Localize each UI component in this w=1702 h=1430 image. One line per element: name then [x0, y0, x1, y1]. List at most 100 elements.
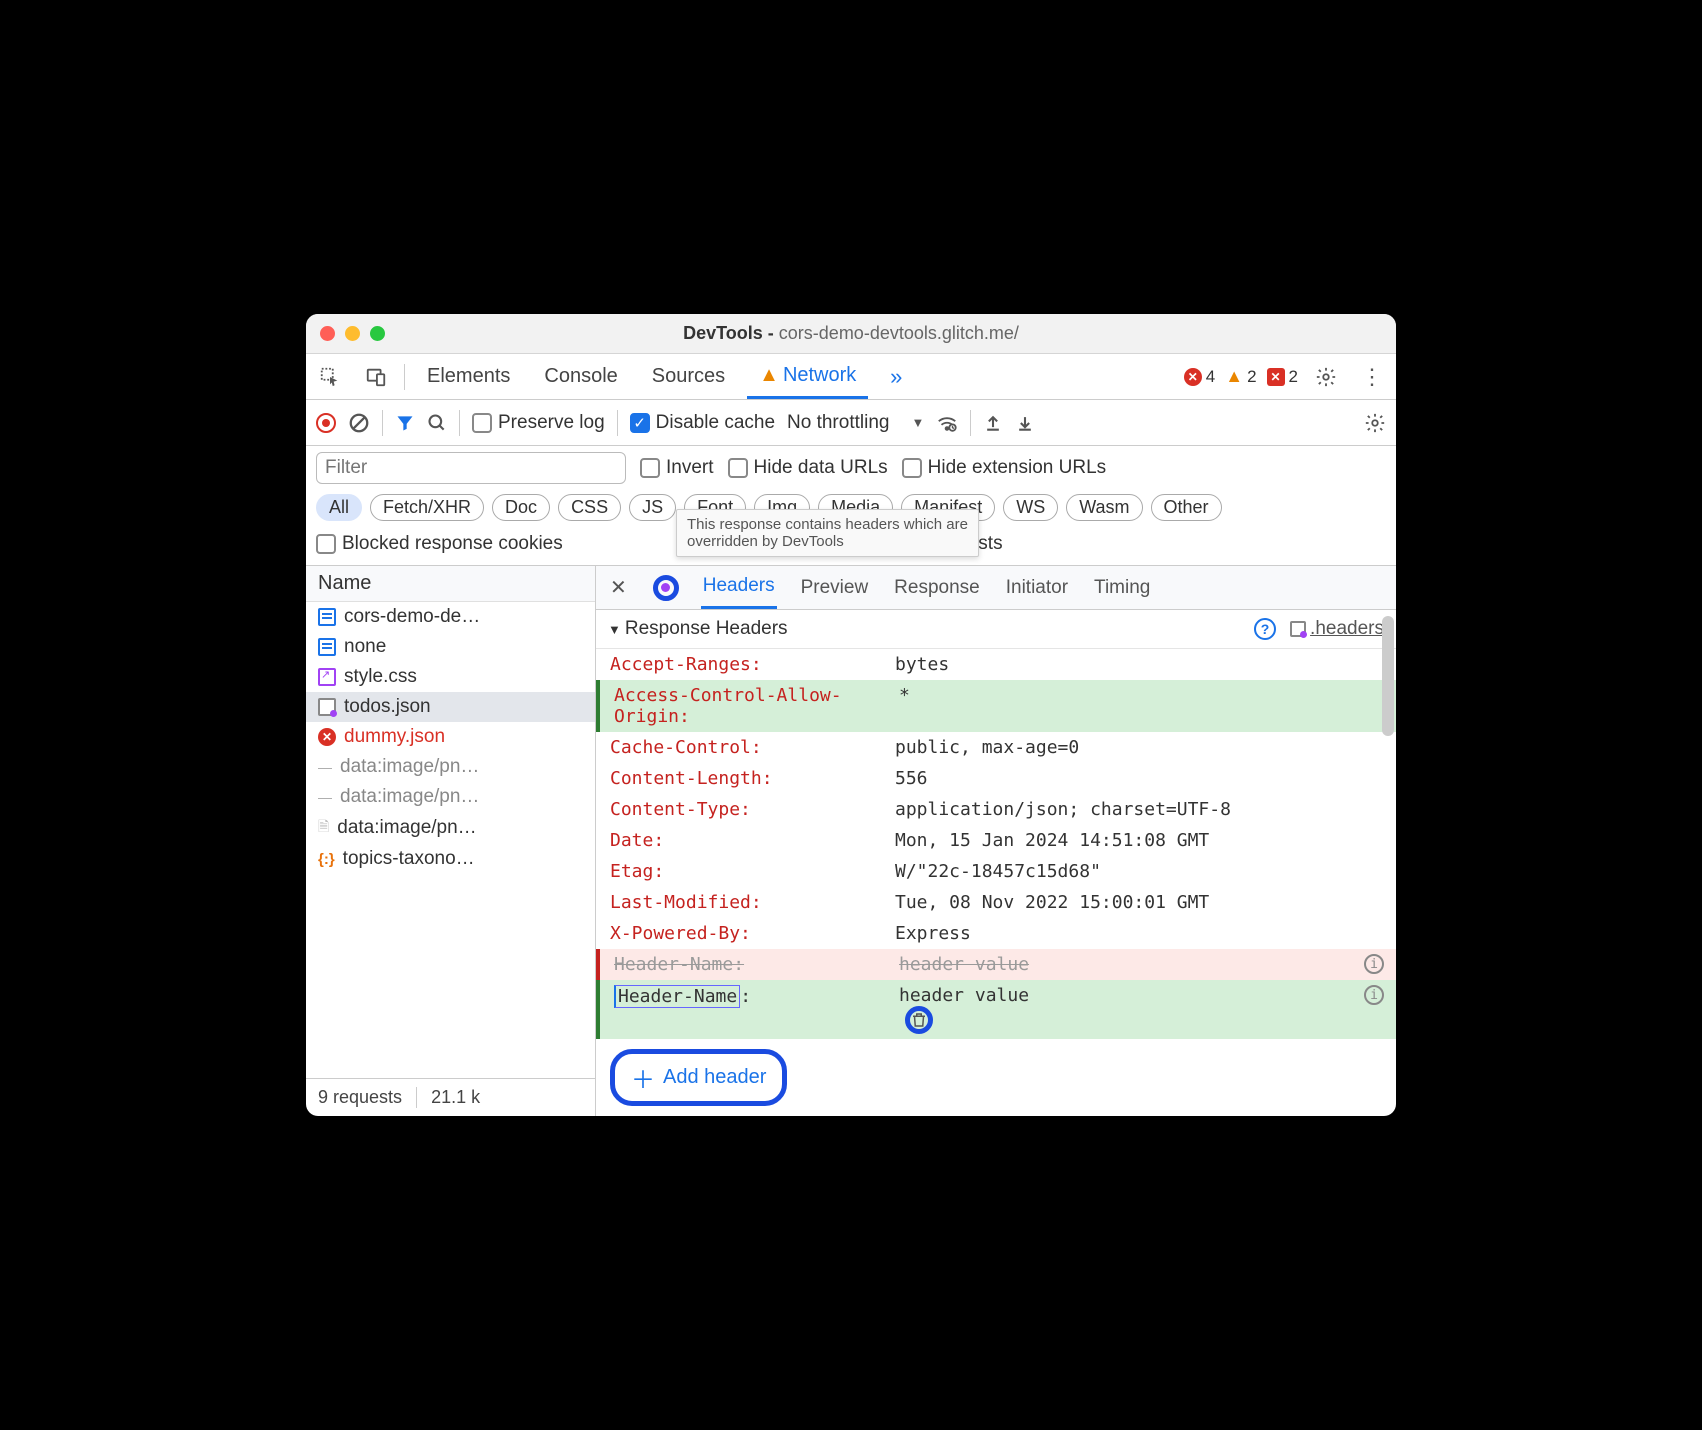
blocked-cookies-label: Blocked response cookies [342, 533, 563, 555]
issue-counter[interactable]: ✕2 [1267, 367, 1298, 387]
more-tabs-icon[interactable]: » [878, 361, 914, 393]
chip-other[interactable]: Other [1151, 494, 1222, 521]
kebab-menu-icon[interactable]: ⋮ [1354, 361, 1390, 393]
chip-ws[interactable]: WS [1003, 494, 1058, 521]
request-row[interactable]: none [306, 632, 595, 662]
header-row: Etag:W/"22c-18457c15d68" [596, 856, 1396, 887]
error-counter[interactable]: ✕4 [1184, 367, 1215, 387]
request-row[interactable]: 🗎data:image/pn… [306, 812, 595, 844]
clear-icon[interactable] [348, 412, 370, 434]
request-row-selected[interactable]: todos.json [306, 692, 595, 722]
data-url-icon: — [318, 789, 332, 805]
blocked-cookies-checkbox[interactable]: Blocked response cookies [316, 533, 563, 555]
editable-header-value[interactable]: header value [899, 985, 1029, 1006]
header-value: 556 [895, 768, 1396, 789]
divider [404, 364, 405, 390]
request-name: none [344, 636, 386, 658]
tab-elements[interactable]: Elements [415, 354, 522, 399]
record-button[interactable] [316, 413, 336, 433]
error-icon: ✕ [1184, 368, 1202, 386]
warning-count: 2 [1247, 367, 1256, 387]
hide-data-label: Hide data URLs [754, 457, 888, 479]
add-header-button[interactable]: ＋ Add header [610, 1049, 787, 1106]
header-name: Access-Control-Allow- [614, 685, 899, 706]
request-row-error[interactable]: ✕dummy.json [306, 722, 595, 752]
window-title: DevTools - cors-demo-devtools.glitch.me/ [306, 323, 1396, 344]
search-icon[interactable] [427, 413, 447, 433]
panel-settings-gear-icon[interactable] [1364, 412, 1386, 434]
request-row[interactable]: {:}topics-taxono… [306, 844, 595, 874]
header-name: Date: [610, 830, 895, 851]
device-toolbar-icon[interactable] [358, 361, 394, 393]
throttling-value: No throttling [787, 412, 889, 434]
colon: : [740, 986, 751, 1007]
header-name-input[interactable]: Header-Name: [614, 985, 899, 1008]
request-row[interactable]: style.css [306, 662, 595, 692]
network-conditions-icon[interactable] [936, 412, 958, 434]
response-headers-list: Accept-Ranges:bytes Access-Control-Allow… [596, 649, 1396, 1039]
settings-gear-icon[interactable] [1308, 361, 1344, 393]
chip-doc[interactable]: Doc [492, 494, 550, 521]
request-count: 9 requests [318, 1087, 402, 1108]
header-name: Etag: [610, 861, 895, 882]
disable-cache-checkbox[interactable]: ✓ Disable cache [630, 412, 775, 434]
header-name: Header-Name: [614, 954, 899, 975]
tab-preview[interactable]: Preview [799, 566, 871, 609]
throttling-select[interactable]: No throttling ▼ [787, 412, 924, 434]
details-panel: ✕ Headers Preview Response Initiator Tim… [596, 566, 1396, 1116]
collapse-triangle-icon: ▼ [608, 622, 621, 637]
tooltip-line2: overridden by DevTools [687, 533, 968, 550]
chip-all[interactable]: All [316, 494, 362, 521]
hide-data-urls-checkbox[interactable]: Hide data URLs [728, 457, 888, 479]
tab-timing[interactable]: Timing [1092, 566, 1152, 609]
filter-funnel-icon[interactable] [395, 413, 415, 433]
document-icon [318, 638, 336, 656]
title-prefix: DevTools - [683, 323, 779, 343]
inspect-element-icon[interactable] [312, 361, 348, 393]
tooltip-line1: This response contains headers which are [687, 516, 968, 533]
header-row-editing[interactable]: Header-Name: header value i [596, 980, 1396, 1039]
headers-override-file-link[interactable]: .headers [1290, 618, 1384, 640]
chip-css[interactable]: CSS [558, 494, 621, 521]
header-value: W/"22c-18457c15d68" [895, 861, 1396, 882]
tab-console[interactable]: Console [532, 354, 629, 399]
download-har-icon[interactable] [1015, 413, 1035, 433]
header-row-deleted: Header-Name: header value i [596, 949, 1396, 980]
header-value-input[interactable]: header value [899, 985, 1364, 1034]
name-column-header[interactable]: Name [306, 566, 595, 602]
upload-har-icon[interactable] [983, 413, 1003, 433]
header-value: Express [895, 923, 1396, 944]
tab-sources[interactable]: Sources [640, 354, 737, 399]
caret-down-icon: ▼ [911, 415, 924, 430]
chip-fetch-xhr[interactable]: Fetch/XHR [370, 494, 484, 521]
chip-wasm[interactable]: Wasm [1066, 494, 1142, 521]
tab-response[interactable]: Response [892, 566, 982, 609]
chip-js[interactable]: JS [629, 494, 676, 521]
help-icon[interactable]: ? [1254, 618, 1276, 640]
network-toolbar: Preserve log ✓ Disable cache No throttli… [306, 400, 1396, 446]
filter-input[interactable] [316, 452, 626, 484]
scrollbar[interactable] [1382, 616, 1394, 736]
response-headers-section[interactable]: ▼ Response Headers ? .headers [596, 610, 1396, 649]
info-icon[interactable]: i [1364, 985, 1384, 1005]
json-override-icon [318, 698, 336, 716]
close-details-icon[interactable]: ✕ [610, 575, 627, 600]
file-icon: 🗎 [318, 816, 329, 840]
section-title-text: Response Headers [625, 618, 788, 640]
js-braces-icon: {:} [318, 851, 335, 868]
tab-initiator[interactable]: Initiator [1004, 566, 1070, 609]
tab-network[interactable]: ▲Network [747, 354, 868, 399]
delete-header-button[interactable] [905, 1006, 933, 1034]
preserve-log-checkbox[interactable]: Preserve log [472, 412, 605, 434]
info-icon[interactable]: i [1364, 954, 1384, 974]
editable-header-name[interactable]: Header-Name [614, 985, 740, 1008]
warning-counter[interactable]: ▲2 [1225, 366, 1256, 387]
checkbox-icon [728, 458, 748, 478]
override-indicator-icon [653, 575, 679, 601]
invert-checkbox[interactable]: Invert [640, 457, 714, 479]
request-row[interactable]: cors-demo-de… [306, 602, 595, 632]
tab-headers[interactable]: Headers [701, 566, 777, 609]
request-row[interactable]: —data:image/pn… [306, 782, 595, 812]
hide-extension-urls-checkbox[interactable]: Hide extension URLs [902, 457, 1106, 479]
request-row[interactable]: —data:image/pn… [306, 752, 595, 782]
